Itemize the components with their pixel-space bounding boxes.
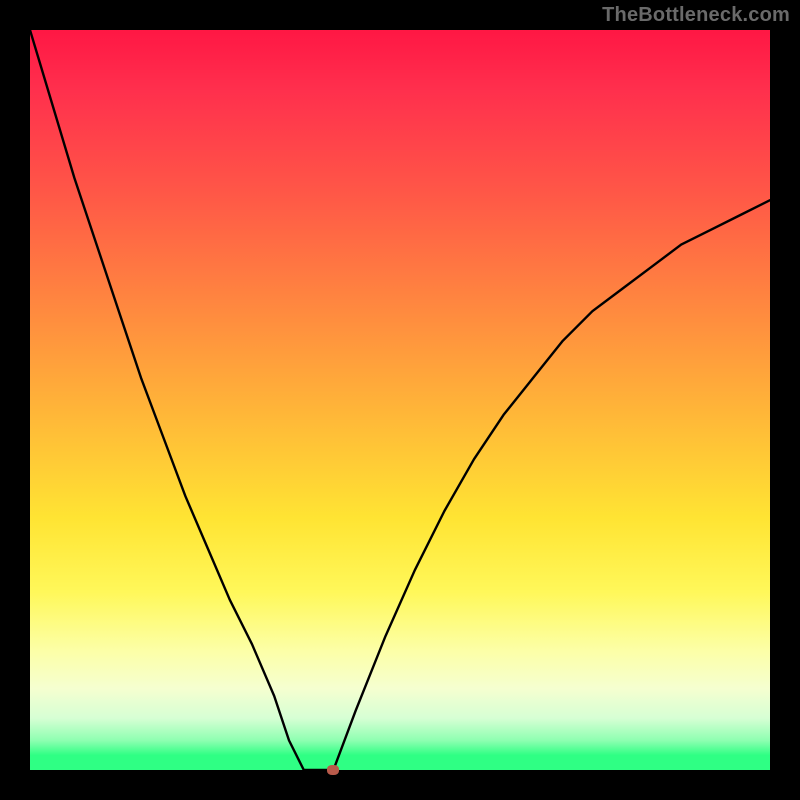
curve-path <box>30 30 770 770</box>
watermark-text: TheBottleneck.com <box>602 4 790 27</box>
bottleneck-curve <box>30 30 770 770</box>
chart-plot-area <box>30 30 770 770</box>
optimal-point-marker <box>327 765 339 775</box>
